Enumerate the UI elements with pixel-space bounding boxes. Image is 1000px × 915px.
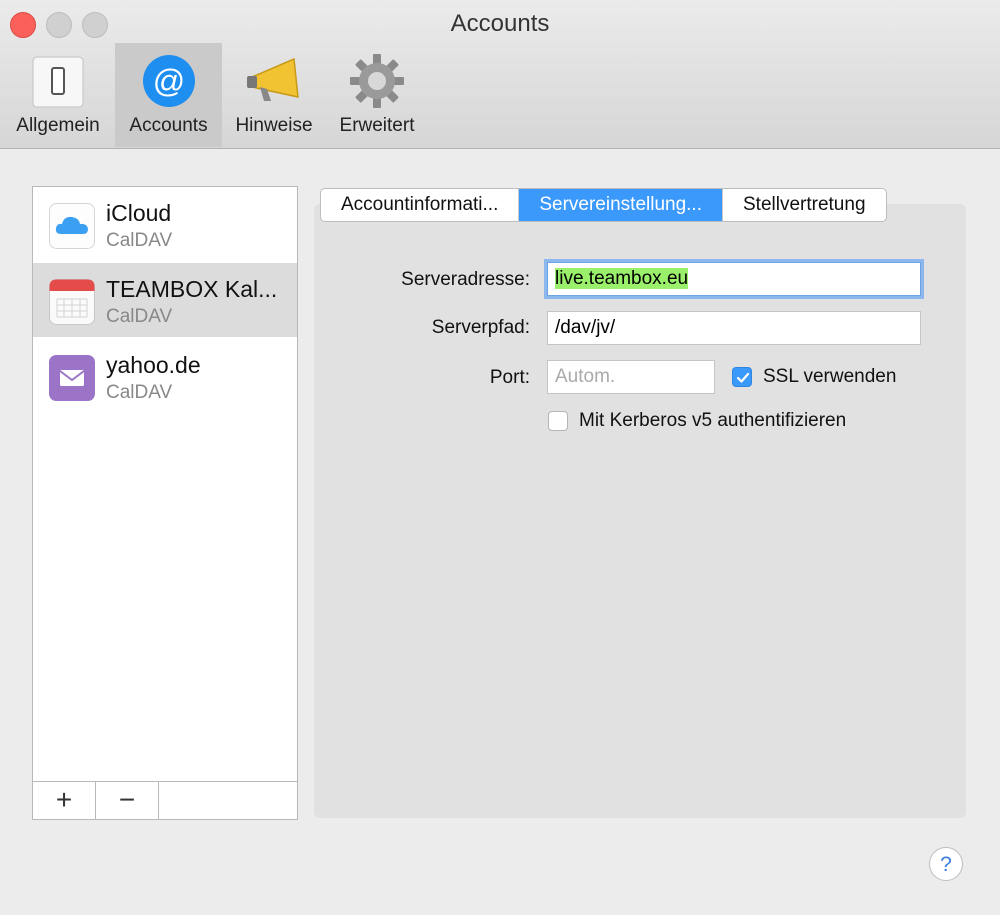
port-label: Port:	[489, 367, 530, 388]
server-address-field[interactable]: live.teambox.eu	[547, 262, 921, 296]
svg-text:@: @	[152, 63, 184, 99]
port-placeholder: Autom.	[555, 366, 616, 387]
server-settings-panel	[314, 204, 966, 818]
toolbar-label-allgemein: Allgemein	[16, 115, 100, 136]
tab-servereinstellungen[interactable]: Servereinstellung...	[519, 189, 723, 221]
ssl-label: SSL verwenden	[763, 366, 897, 387]
server-path-field[interactable]: /dav/jv/	[547, 311, 921, 345]
server-path-value: /dav/jv/	[555, 317, 616, 338]
server-path-label: Serverpfad:	[431, 317, 530, 338]
kerberos-checkbox[interactable]	[548, 411, 568, 431]
account-type: CalDAV	[106, 382, 173, 403]
settings-tabs: Accountinformati... Servereinstellung...…	[320, 188, 887, 222]
at-sign-icon: @	[142, 55, 195, 107]
toolbar-item-erweitert[interactable]: Erweitert	[328, 43, 426, 147]
account-item-yahoo[interactable]: yahoo.de CalDAV	[33, 339, 297, 413]
port-field[interactable]: Autom.	[547, 360, 715, 394]
toolbar-label-erweitert: Erweitert	[339, 115, 415, 136]
kerberos-label: Mit Kerberos v5 authentifizieren	[579, 410, 847, 431]
server-address-value: live.teambox.eu	[555, 268, 689, 289]
toolbar-item-allgemein[interactable]: Allgemein	[4, 43, 112, 147]
switch-icon	[32, 56, 84, 108]
toolbar-item-accounts[interactable]: @ Accounts	[115, 43, 222, 147]
gear-icon	[350, 54, 404, 108]
list-action-bar: + −	[33, 781, 297, 819]
window-title: Accounts	[450, 10, 550, 37]
checkmark-icon	[736, 372, 750, 383]
account-type: CalDAV	[106, 230, 173, 251]
toolbar-label-hinweise: Hinweise	[235, 115, 313, 136]
account-item-teambox[interactable]: TEAMBOX Kal... CalDAV	[33, 263, 297, 337]
accounts-list: iCloud CalDAV TEAMBOX Kal... CalDAV yaho…	[32, 186, 298, 820]
account-type: CalDAV	[106, 306, 173, 327]
icloud-icon	[49, 203, 95, 249]
tab-accountinformation[interactable]: Accountinformati...	[321, 189, 520, 221]
toolbar-label-accounts: Accounts	[129, 115, 208, 136]
help-button[interactable]: ?	[929, 847, 963, 881]
mail-icon	[49, 355, 95, 401]
megaphone-icon	[247, 57, 299, 101]
tab-stellvertretung[interactable]: Stellvertretung	[723, 189, 886, 221]
ssl-checkbox[interactable]	[732, 367, 752, 387]
remove-account-button[interactable]: −	[96, 782, 159, 819]
server-address-label: Serveradresse:	[401, 269, 530, 290]
add-account-button[interactable]: +	[33, 782, 96, 819]
account-name: yahoo.de	[106, 352, 201, 378]
toolbar-item-hinweise[interactable]: Hinweise	[225, 43, 323, 147]
account-item-icloud[interactable]: iCloud CalDAV	[33, 187, 297, 261]
account-name: iCloud	[106, 200, 172, 226]
calendar-icon	[49, 279, 95, 325]
account-name: TEAMBOX Kal...	[106, 276, 278, 302]
window-toolbar: Accounts Allgemein @ Accounts Hinweise E…	[0, 0, 1000, 149]
